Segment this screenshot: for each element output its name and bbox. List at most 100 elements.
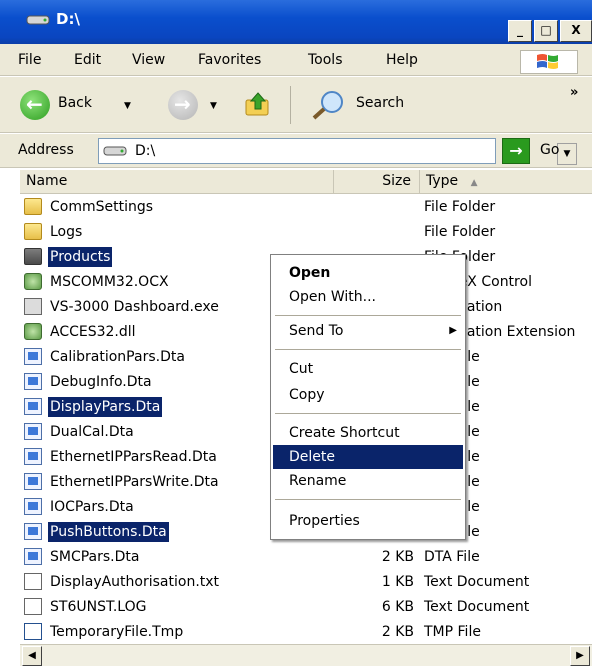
- file-name: TemporaryFile.Tmp: [50, 624, 184, 640]
- application-icon: [24, 298, 42, 315]
- back-dropdown-icon[interactable]: ▼: [124, 101, 131, 111]
- dta-file-icon: [24, 448, 42, 465]
- context-copy[interactable]: Copy: [273, 383, 463, 407]
- title-bar: D:\ _ □ X: [0, 0, 592, 44]
- windows-logo-icon: [520, 50, 578, 74]
- toolbar-separator: [290, 86, 291, 124]
- address-dropdown-icon[interactable]: ▼: [557, 143, 577, 165]
- column-header-type[interactable]: Type ▲: [420, 170, 592, 194]
- menu-edit[interactable]: Edit: [74, 52, 101, 68]
- dll-icon: [24, 323, 42, 340]
- column-header-size[interactable]: Size: [334, 170, 420, 194]
- context-send-to-label: Send To: [289, 323, 344, 339]
- menu-help[interactable]: Help: [386, 52, 418, 68]
- file-size: 1 KB: [381, 574, 414, 590]
- context-send-to[interactable]: Send To ▶: [273, 319, 463, 343]
- file-name: VS-3000 Dashboard.exe: [50, 299, 219, 315]
- file-name: EthernetIPParsRead.Dta: [50, 449, 217, 465]
- context-create-shortcut[interactable]: Create Shortcut: [273, 421, 463, 445]
- horizontal-scrollbar[interactable]: ◀ ▶: [20, 644, 592, 666]
- menu-favorites[interactable]: Favorites: [198, 52, 261, 68]
- submenu-arrow-icon: ▶: [449, 325, 457, 336]
- context-rename[interactable]: Rename: [273, 469, 463, 493]
- forward-dropdown-icon[interactable]: ▼: [210, 101, 217, 111]
- toolbar-more-icon[interactable]: »: [570, 85, 578, 100]
- list-header: Name Size Type ▲: [20, 170, 592, 194]
- scroll-right-button[interactable]: ▶: [570, 646, 590, 666]
- file-name: DisplayPars.Dta: [48, 397, 163, 417]
- file-type: DTA File: [424, 549, 480, 565]
- file-size: 6 KB: [381, 599, 414, 615]
- folder-icon: [24, 223, 42, 240]
- list-item[interactable]: SMCPars.Dta 2 KB DTA File: [20, 544, 592, 569]
- menu-separator: [275, 413, 461, 414]
- menu-separator: [275, 349, 461, 350]
- file-name: ST6UNST.LOG: [50, 599, 147, 615]
- list-item[interactable]: TemporaryFile.Tmp 2 KB TMP File: [20, 619, 592, 644]
- text-file-icon: [24, 598, 42, 615]
- sort-ascending-icon: ▲: [470, 178, 478, 188]
- folder-up-icon[interactable]: [244, 91, 272, 117]
- menu-separator: [275, 499, 461, 500]
- context-properties[interactable]: Properties: [273, 509, 463, 533]
- go-button[interactable]: Go: [540, 142, 559, 158]
- address-input[interactable]: D:\ ▼: [98, 138, 577, 165]
- column-header-type-label: Type: [426, 173, 459, 189]
- context-delete[interactable]: Delete: [273, 445, 463, 469]
- file-name: EthernetIPParsWrite.Dta: [50, 474, 219, 490]
- file-name: SMCPars.Dta: [50, 549, 140, 565]
- activex-icon: [24, 273, 42, 290]
- search-icon[interactable]: [308, 89, 348, 121]
- file-name: Products: [48, 247, 113, 267]
- dta-file-icon: [24, 548, 42, 565]
- file-size: 2 KB: [381, 624, 414, 640]
- context-cut[interactable]: Cut: [273, 357, 463, 381]
- text-file-icon: [24, 573, 42, 590]
- file-name: ACCES32.dll: [50, 324, 136, 340]
- minimize-button[interactable]: _: [508, 20, 532, 42]
- search-label[interactable]: Search: [356, 95, 404, 111]
- list-item[interactable]: Logs File Folder: [20, 219, 592, 244]
- file-name: PushButtons.Dta: [48, 522, 169, 542]
- context-open-with[interactable]: Open With...: [273, 285, 463, 309]
- file-name: Logs: [50, 224, 83, 240]
- dta-file-icon: [24, 373, 42, 390]
- context-menu: Open Open With... Send To ▶ Cut Copy Cre…: [270, 254, 466, 540]
- context-open[interactable]: Open: [273, 261, 463, 285]
- back-label[interactable]: Back: [58, 95, 92, 111]
- folder-icon: [24, 198, 42, 215]
- file-name: MSCOMM32.OCX: [50, 274, 169, 290]
- dta-file-icon: [24, 423, 42, 440]
- dta-file-icon: [24, 348, 42, 365]
- column-header-name[interactable]: Name: [20, 170, 334, 194]
- list-item[interactable]: ST6UNST.LOG 6 KB Text Document: [20, 594, 592, 619]
- maximize-button[interactable]: □: [534, 20, 558, 42]
- list-item[interactable]: CommSettings File Folder: [20, 194, 592, 219]
- file-name: IOCPars.Dta: [50, 499, 134, 515]
- address-bar: Address D:\ ▼ → Go: [0, 134, 592, 168]
- file-name: DisplayAuthorisation.txt: [50, 574, 220, 590]
- tmp-file-icon: [24, 623, 42, 640]
- menu-file[interactable]: File: [18, 52, 41, 68]
- dta-file-icon: [24, 398, 42, 415]
- dta-file-icon: [24, 498, 42, 515]
- file-type: Text Document: [424, 599, 530, 615]
- address-label: Address: [18, 142, 74, 158]
- menu-view[interactable]: View: [132, 52, 165, 68]
- file-name: DebugInfo.Dta: [50, 374, 152, 390]
- list-item[interactable]: DisplayAuthorisation.txt 1 KB Text Docum…: [20, 569, 592, 594]
- close-button[interactable]: X: [560, 20, 592, 42]
- file-name: DualCal.Dta: [50, 424, 134, 440]
- file-type: File Folder: [424, 199, 496, 215]
- folder-icon: [24, 248, 42, 265]
- file-name: CalibrationPars.Dta: [50, 349, 185, 365]
- go-arrow-icon[interactable]: →: [502, 138, 530, 164]
- menu-separator: [275, 315, 461, 316]
- file-size: 2 KB: [381, 549, 414, 565]
- file-name: CommSettings: [50, 199, 154, 215]
- scroll-left-button[interactable]: ◀: [22, 646, 42, 666]
- menu-bar: File Edit View Favorites Tools Help: [0, 44, 592, 76]
- address-value: D:\: [135, 143, 156, 159]
- menu-tools[interactable]: Tools: [308, 52, 343, 68]
- drive-icon: [26, 15, 50, 25]
